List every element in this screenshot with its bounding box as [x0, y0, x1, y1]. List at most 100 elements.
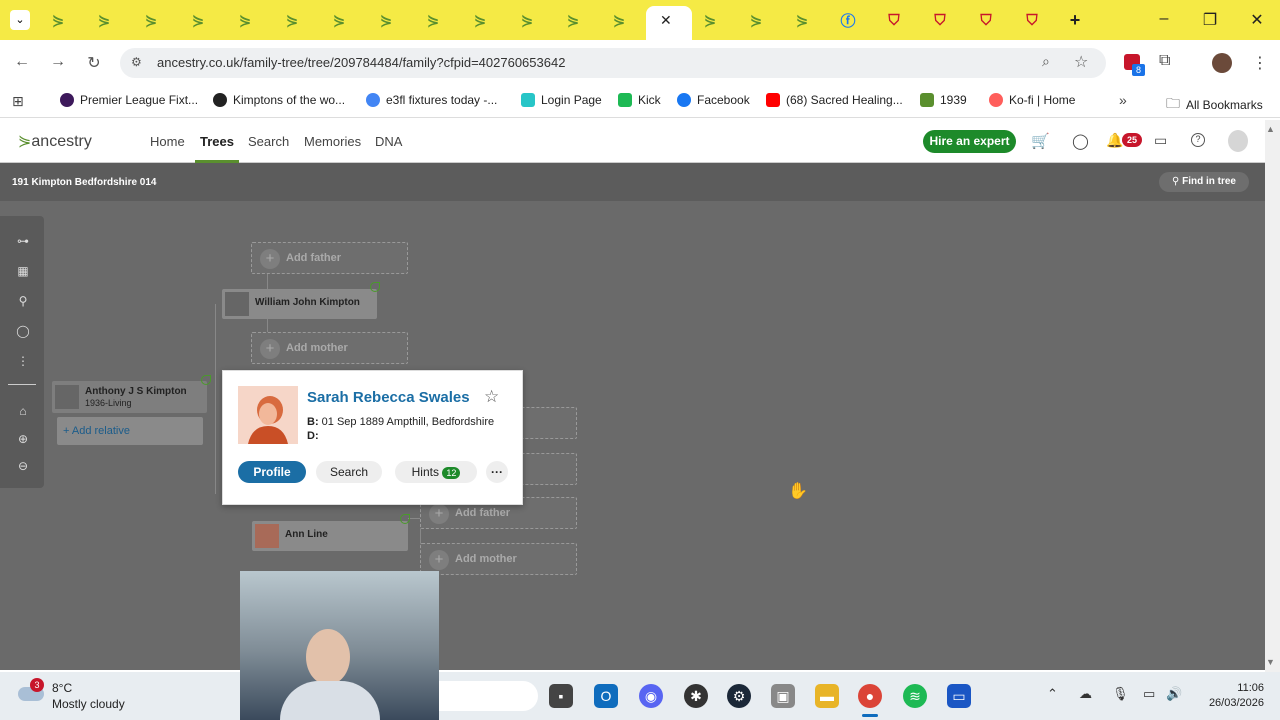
user-avatar[interactable]	[1228, 130, 1248, 152]
nav-search[interactable]: Search	[248, 134, 289, 149]
spotify-icon[interactable]: ≋	[903, 684, 927, 708]
all-bookmarks[interactable]: 🗀 All Bookmarks	[1166, 93, 1263, 117]
volume-icon[interactable]: 🔊	[1166, 686, 1182, 702]
ancestry-logo[interactable]: ⋟ancestry	[18, 131, 92, 151]
tab-ancestry-icon[interactable]: ⋟	[514, 8, 540, 32]
taskbar-search-box[interactable]	[438, 681, 538, 711]
tab-ancestry-icon[interactable]: ⋟	[279, 8, 305, 32]
nav-memories[interactable]: Memories	[304, 134, 361, 149]
hint-leaf-icon[interactable]	[201, 375, 211, 385]
microphone-icon[interactable]: 🎙	[1112, 686, 1129, 702]
tab-shield-icon[interactable]: ⛉	[927, 8, 953, 32]
tab-ancestry-icon[interactable]: ⋟	[138, 8, 164, 32]
tab-search-button[interactable]: ⌄	[10, 10, 30, 30]
add-father-box[interactable]: + Add father	[251, 242, 408, 274]
person-name[interactable]: Sarah Rebecca Swales	[307, 389, 470, 406]
bookmark-item[interactable]: e3fl fixtures today -...	[366, 93, 497, 107]
tab-ancestry-icon[interactable]: ⋟	[91, 8, 117, 32]
tab-ancestry-icon[interactable]: ⋟	[373, 8, 399, 32]
hire-expert-button[interactable]: Hire an expert	[923, 130, 1016, 153]
file-explorer-icon[interactable]: ▪	[549, 684, 573, 708]
steam-icon[interactable]: ⚙	[727, 684, 751, 708]
forward-icon[interactable]: →	[48, 53, 68, 71]
tab-ancestry-icon[interactable]: ⋟	[789, 8, 815, 32]
home-icon[interactable]: ⌂	[14, 404, 32, 418]
hint-leaf-icon[interactable]	[400, 514, 410, 524]
profile-button[interactable]: Profile	[238, 461, 306, 483]
scroll-down-arrow-icon[interactable]: ▼	[1266, 657, 1275, 667]
nav-home[interactable]: Home	[150, 134, 185, 149]
hint-leaf-icon[interactable]	[370, 282, 380, 292]
bookmark-item[interactable]: Login Page	[521, 93, 602, 107]
onedrive-icon[interactable]: ☁	[1079, 686, 1092, 702]
search-button[interactable]: Search	[316, 461, 382, 483]
tab-ancestry-icon[interactable]: ⋟	[232, 8, 258, 32]
bookmark-item[interactable]: Ko-fi | Home	[989, 93, 1075, 107]
bookmark-item[interactable]: 1939	[920, 93, 967, 107]
url-text[interactable]: ancestry.co.uk/family-tree/tree/20978448…	[157, 55, 565, 70]
discord-icon[interactable]: ◉	[639, 684, 663, 708]
outlook-icon[interactable]: O	[594, 684, 618, 708]
find-in-tree-button[interactable]: ⚲ Find in tree	[1159, 172, 1249, 192]
bookmark-item[interactable]: (68) Sacred Healing...	[766, 93, 903, 107]
zoom-in-icon[interactable]: ⊕	[14, 432, 32, 446]
person-card-father[interactable]: William John Kimpton	[222, 289, 377, 319]
zoom-out-icon[interactable]: ⊖	[14, 459, 32, 473]
tab-ancestry-icon[interactable]: ⋟	[560, 8, 586, 32]
browser-menu-icon[interactable]: ⋮	[1252, 53, 1268, 73]
bell-icon[interactable]: 🔔	[1106, 132, 1123, 149]
tab-ancestry-icon[interactable]: ⋟	[606, 8, 632, 32]
remote-app-icon[interactable]: ▭	[947, 684, 971, 708]
address-bar[interactable]: ⚙ ancestry.co.uk/family-tree/tree/209784…	[120, 48, 1106, 78]
site-info-icon[interactable]: ⚙	[131, 55, 142, 69]
minimize-icon[interactable]: –	[1152, 10, 1176, 28]
clock[interactable]: 11:06 26/03/2026	[1198, 681, 1264, 711]
extensions-puzzle-icon[interactable]: ⧉	[1159, 52, 1170, 70]
person-card-ann[interactable]: Ann Line	[252, 521, 408, 551]
folder-icon[interactable]: ▬	[815, 684, 839, 708]
add-relative-button[interactable]: + Add relative	[57, 417, 203, 445]
tab-ancestry-icon[interactable]: ⋟	[420, 8, 446, 32]
comments-icon[interactable]: ◯	[14, 324, 32, 338]
bookmark-star-icon[interactable]: ☆	[1074, 52, 1088, 72]
more-options-button[interactable]: ···	[486, 461, 508, 483]
more-bookmarks-icon[interactable]: »	[1119, 92, 1127, 108]
tab-ancestry-icon[interactable]: ⋟	[45, 8, 71, 32]
app-icon[interactable]: ✱	[684, 684, 708, 708]
tab-facebook-icon[interactable]: ⓕ	[835, 8, 861, 32]
tray-chevron-icon[interactable]: ⌃	[1047, 686, 1058, 702]
tab-ancestry-icon[interactable]: ⋟	[743, 8, 769, 32]
add-mother-box[interactable]: + Add mother	[420, 543, 577, 575]
nav-dna[interactable]: DNA	[375, 134, 402, 149]
hints-button[interactable]: Hints 12	[395, 461, 477, 483]
tab-ancestry-icon[interactable]: ⋟	[185, 8, 211, 32]
network-icon[interactable]: ▭	[1143, 686, 1155, 702]
tree-title[interactable]: 191 Kimpton Bedfordshire 014	[12, 177, 156, 188]
cart-icon[interactable]: 🛒	[1031, 132, 1050, 150]
page-scrollbar[interactable]	[1265, 120, 1280, 672]
more-options-icon[interactable]: ⋮	[14, 354, 32, 368]
messages-icon[interactable]: ▭	[1154, 132, 1167, 149]
people-search-icon[interactable]: ⚲	[14, 294, 32, 308]
media-app-icon[interactable]: ▣	[771, 684, 795, 708]
tab-ancestry-icon[interactable]: ⋟	[697, 8, 723, 32]
favorite-star-icon[interactable]: ☆	[484, 387, 499, 407]
tab-shield-icon[interactable]: ⛉	[881, 8, 907, 32]
bookmark-item[interactable]: Premier League Fixt...	[60, 93, 198, 107]
new-tab-icon[interactable]: +	[1062, 8, 1088, 32]
close-window-icon[interactable]: ✕	[1245, 10, 1269, 30]
tree-view-icon[interactable]: ⊶	[14, 234, 32, 248]
nav-trees[interactable]: Trees	[200, 134, 234, 149]
chrome-icon[interactable]: ●	[858, 684, 882, 708]
close-tab-icon[interactable]: ✕	[660, 12, 672, 29]
active-tab[interactable]: ✕	[646, 6, 692, 40]
reload-icon[interactable]: ↻	[84, 53, 104, 73]
tab-shield-icon[interactable]: ⛉	[973, 8, 999, 32]
media-icon[interactable]: ▦	[14, 264, 32, 278]
help-icon[interactable]: ?	[1191, 133, 1205, 147]
bookmark-item[interactable]: Kick	[618, 93, 661, 107]
bookmark-item[interactable]: Facebook	[677, 93, 750, 107]
scroll-up-arrow-icon[interactable]: ▲	[1266, 124, 1275, 134]
apps-grid-icon[interactable]: ⊞	[12, 93, 24, 110]
chat-icon[interactable]: ◯	[1072, 132, 1089, 150]
